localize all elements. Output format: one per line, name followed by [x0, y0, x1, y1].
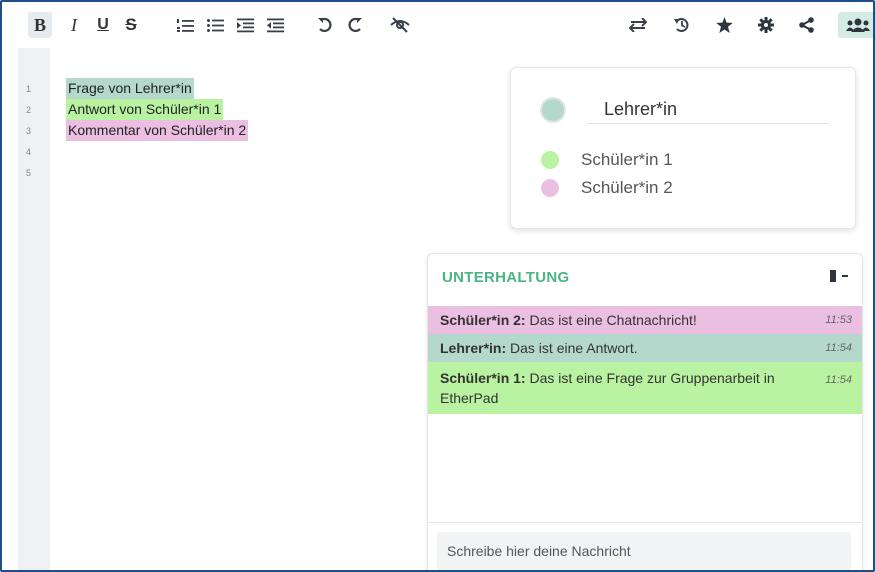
chat-time: 11:54: [825, 374, 852, 386]
user-name: Schüler*in 2: [581, 178, 673, 197]
line-number-gutter: [18, 48, 50, 570]
chat-author: Schüler*in 2:: [440, 312, 526, 328]
chat-title: UNTERHALTUNG: [442, 269, 570, 286]
editor-line-student-1[interactable]: Antwort von Schüler*in 1: [66, 99, 224, 120]
history-icon: [674, 18, 689, 32]
gear-icon: [758, 17, 774, 33]
settings-button[interactable]: [754, 12, 778, 38]
undo-button[interactable]: [314, 12, 336, 38]
user-name: Schüler*in 1: [581, 150, 673, 169]
chat-minimize-button[interactable]: [830, 270, 848, 282]
chat-author: Lehrer*in:: [440, 340, 507, 356]
chat-message: Schüler*in 1: Das ist eine Frage zur Gru…: [428, 362, 862, 414]
self-color-swatch[interactable]: [540, 97, 566, 123]
authorship-colors-button[interactable]: [388, 12, 412, 38]
self-name-input[interactable]: Lehrer*in: [604, 99, 677, 120]
outdent-icon: [266, 18, 284, 32]
chat-time: 11:53: [825, 314, 852, 326]
users-panel: Lehrer*in Schüler*in 1 Schüler*in 2: [510, 67, 856, 229]
share-button[interactable]: [794, 12, 818, 38]
redo-icon: [348, 17, 362, 32]
bold-button[interactable]: B: [28, 12, 52, 38]
line-number: 3: [26, 126, 32, 136]
chat-divider: [428, 522, 862, 523]
user-color-dot: [541, 179, 559, 197]
users-button[interactable]: [838, 12, 873, 38]
chat-text: Das ist eine Chatnachricht!: [525, 312, 697, 328]
outdent-button[interactable]: [264, 12, 286, 38]
underline-button[interactable]: U: [92, 12, 114, 38]
line-number: 4: [26, 147, 32, 157]
unordered-list-button[interactable]: [204, 12, 226, 38]
chat-text: Das ist eine Antwort.: [506, 340, 638, 356]
star-button[interactable]: [712, 12, 736, 38]
italic-icon: I: [71, 14, 77, 35]
editor-line-teacher[interactable]: Frage von Lehrer*in: [66, 78, 194, 99]
chat-message: Lehrer*in: Das ist eine Antwort. 11:54: [428, 334, 862, 362]
chat-input[interactable]: [437, 532, 851, 570]
timeslider-button[interactable]: [670, 12, 694, 38]
underline-icon: U: [97, 16, 109, 33]
share-icon: [798, 17, 814, 33]
unordered-list-icon: [206, 18, 224, 32]
chat-panel: UNTERHALTUNG Schüler*in 2: Das ist eine …: [427, 253, 863, 570]
line-number: 1: [26, 84, 32, 94]
undo-icon: [318, 17, 332, 32]
import-export-button[interactable]: [626, 12, 650, 38]
import-export-icon: [629, 18, 647, 32]
strikethrough-button[interactable]: S: [120, 12, 142, 38]
ordered-list-button[interactable]: [174, 12, 196, 38]
eye-off-icon: [390, 17, 410, 33]
strikethrough-icon: S: [125, 15, 137, 34]
ordered-list-icon: [176, 18, 194, 32]
minimize-icon: [842, 275, 848, 277]
star-icon: [715, 17, 733, 33]
italic-button[interactable]: I: [64, 12, 84, 38]
indent-icon: [236, 18, 254, 32]
line-number: 5: [26, 168, 32, 178]
editor-line-student-2[interactable]: Kommentar von Schüler*in 2: [66, 120, 249, 141]
chat-time: 11:54: [825, 342, 852, 354]
etherpad-window: B I U S 1 2 3 4 5 Frage von Lehrer*in An…: [0, 0, 875, 572]
chat-message: Schüler*in 2: Das ist eine Chatnachricht…: [428, 306, 862, 334]
sticky-icon: [830, 270, 836, 282]
user-color-dot: [541, 151, 559, 169]
redo-button[interactable]: [344, 12, 366, 38]
users-icon: [846, 18, 870, 32]
chat-author: Schüler*in 1:: [440, 370, 526, 386]
indent-button[interactable]: [234, 12, 256, 38]
self-name-underline: [587, 123, 829, 124]
line-number: 2: [26, 105, 32, 115]
toolbar: B I U S: [2, 2, 873, 48]
